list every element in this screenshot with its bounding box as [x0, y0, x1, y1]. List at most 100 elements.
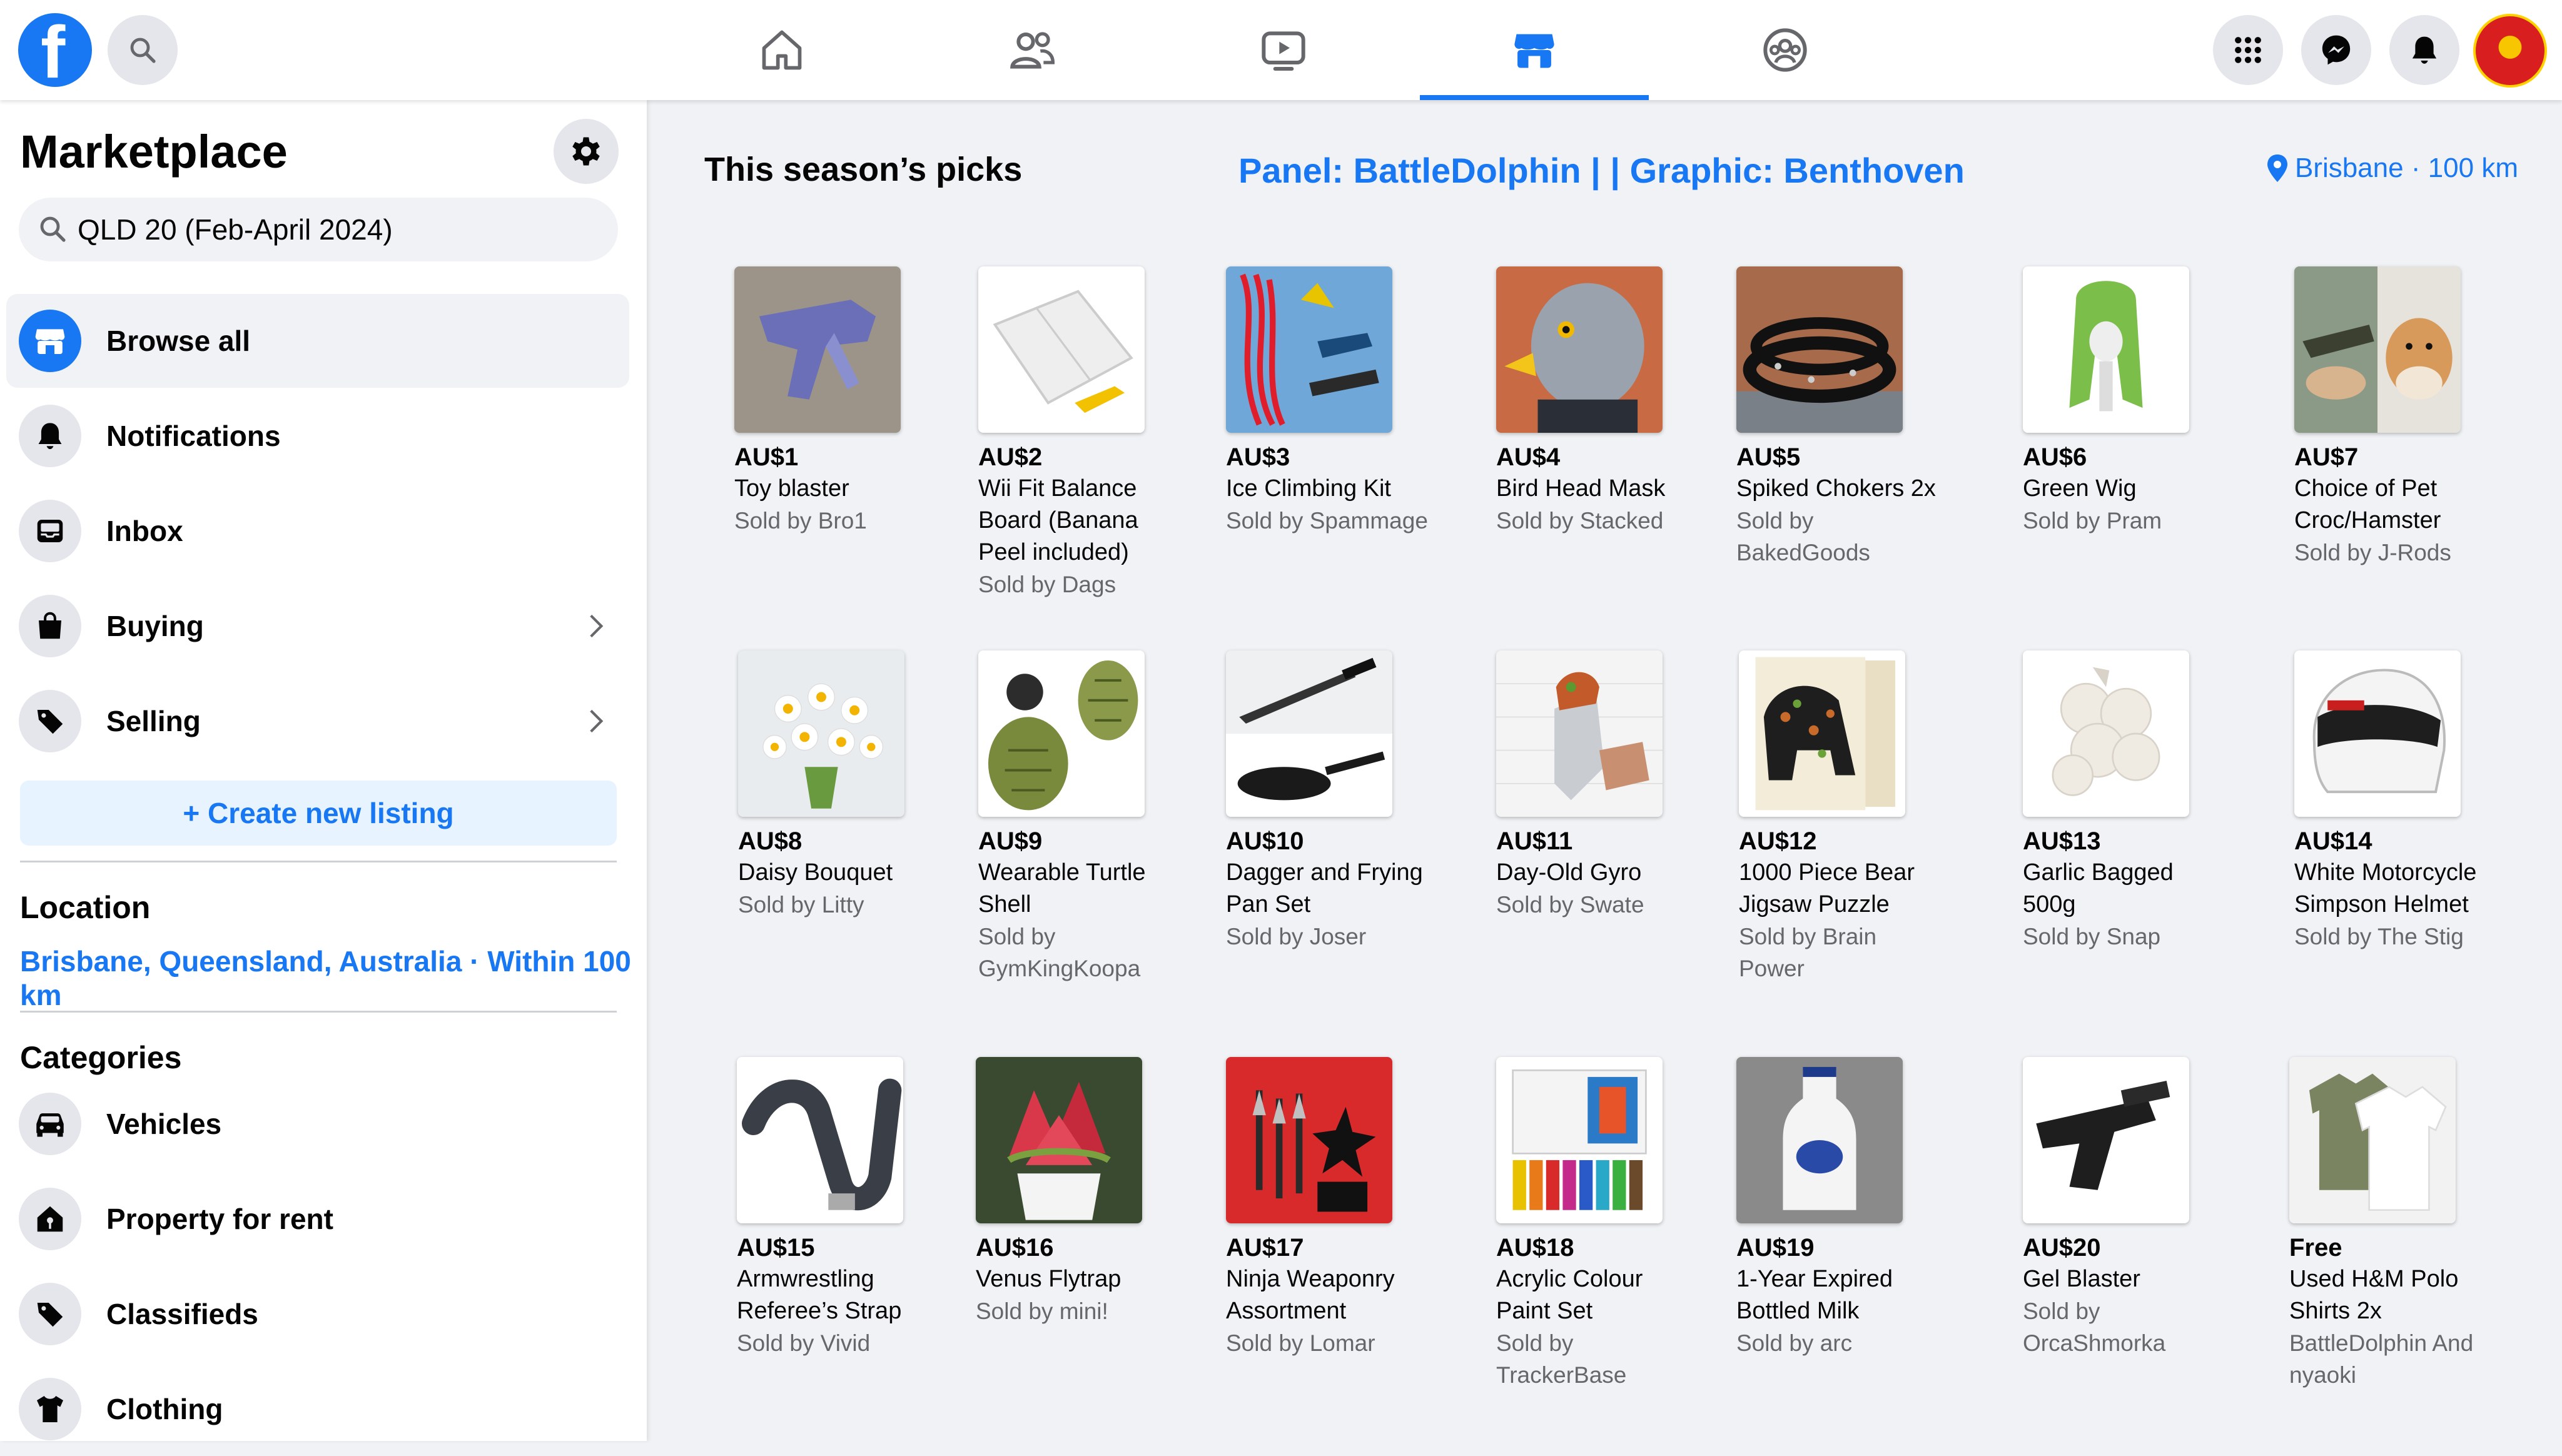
listing-title: Dagger and Frying Pan Set — [1226, 859, 1423, 918]
listing-seller: Sold by arc — [1736, 1330, 1853, 1356]
sidebar-item-inbox[interactable]: Inbox — [6, 484, 629, 578]
category-label: Vehicles — [106, 1108, 222, 1140]
sidebar-item-notifications[interactable]: Notifications — [6, 389, 629, 483]
sidebar-item-label: Selling — [106, 705, 201, 737]
nav-friends[interactable] — [1001, 19, 1063, 81]
listing-simpson-helmet[interactable]: AU$14 White Motorcycle Simpson Helmet So… — [2294, 650, 2501, 953]
listing-thumbnail — [1736, 266, 1903, 433]
listing-thumbnail — [1226, 650, 1392, 817]
listing-title: Gel Blaster — [2023, 1266, 2140, 1292]
listing-title: Wearable Turtle Shell — [978, 859, 1146, 918]
listing-polo-shirts[interactable]: Free Used H&M Polo Shirts 2x BattleDolph… — [2289, 1057, 2496, 1391]
listing-thumbnail — [1496, 650, 1663, 817]
listing-thumbnail — [1226, 1057, 1392, 1223]
listing-thumbnail — [2023, 266, 2189, 433]
strap-image — [737, 1057, 903, 1223]
sidebar-item-label: Browse all — [106, 325, 251, 357]
chevron-right-icon — [590, 709, 604, 733]
selling-icon-wrap — [19, 690, 81, 752]
listing-seller: Sold by Bro1 — [734, 508, 867, 533]
listing-thumbnail — [1739, 650, 1905, 817]
listing-spiked-chokers[interactable]: AU$5 Spiked Chokers 2x Sold by BakedGood… — [1736, 266, 1943, 569]
listing-acrylic-paint-set[interactable]: AU$18 Acrylic Colour Paint Set Sold by T… — [1496, 1057, 1703, 1391]
listing-thumbnail — [734, 266, 901, 433]
listing-wii-fit-board[interactable]: AU$2 Wii Fit Balance Board (Banana Peel … — [978, 266, 1185, 600]
listing-price: AU$18 — [1496, 1234, 1574, 1261]
croc-hamster-image — [2294, 266, 2461, 433]
sidebar-item-label: Notifications — [106, 420, 281, 452]
listing-title: Choice of Pet Croc/Hamster — [2294, 475, 2441, 533]
listing-dagger-pan-set[interactable]: AU$10 Dagger and Frying Pan Set Sold by … — [1226, 650, 1432, 953]
listing-venus-flytrap[interactable]: AU$16 Venus Flytrap Sold by mini! — [976, 1057, 1182, 1327]
listing-title: Bird Head Mask — [1496, 475, 1666, 502]
settings-button[interactable] — [554, 119, 619, 184]
listing-price: AU$8 — [738, 827, 803, 855]
listing-pet-croc-hamster[interactable]: AU$7 Choice of Pet Croc/Hamster Sold by … — [2294, 266, 2501, 569]
listing-price: AU$1 — [734, 443, 799, 471]
listing-ice-climbing-kit[interactable]: AU$3 Ice Climbing Kit Sold by Spammage — [1226, 266, 1432, 537]
listing-bear-jigsaw[interactable]: AU$12 1000 Piece Bear Jigsaw Puzzle Sold… — [1739, 650, 1945, 984]
location-link[interactable]: Brisbane, Queensland, Australia · Within… — [20, 944, 647, 1012]
listing-turtle-shell[interactable]: AU$9 Wearable Turtle Shell Sold by GymKi… — [978, 650, 1185, 984]
notifications-button[interactable] — [2389, 15, 2459, 85]
listing-price: AU$12 — [1739, 827, 1817, 855]
listing-thumbnail — [976, 1057, 1142, 1223]
search-value: QLD 20 (Feb-April 2024) — [78, 213, 393, 246]
listing-bird-head-mask[interactable]: AU$4 Bird Head Mask Sold by Stacked — [1496, 266, 1703, 537]
listing-seller: Sold by Vivid — [737, 1330, 871, 1356]
search-button[interactable] — [108, 15, 178, 85]
listing-price: AU$20 — [2023, 1234, 2101, 1261]
category-classifieds[interactable]: Classifieds — [6, 1267, 629, 1361]
listing-price: AU$19 — [1736, 1234, 1815, 1261]
listing-seller: Sold by Brain Power — [1739, 924, 1877, 981]
listing-garlic-bagged[interactable]: AU$13 Garlic Bagged 500g Sold by Snap — [2023, 650, 2229, 953]
menu-button[interactable] — [2213, 15, 2283, 85]
nav-groups[interactable] — [1754, 19, 1816, 81]
friends-icon — [1010, 32, 1055, 69]
listing-gel-blaster[interactable]: AU$20 Gel Blaster Sold by OrcaShmorka — [2023, 1057, 2229, 1359]
gyro-image — [1496, 650, 1663, 817]
category-clothing[interactable]: Clothing — [6, 1362, 629, 1456]
facebook-logo-icon[interactable]: f — [18, 13, 92, 89]
avatar[interactable] — [2473, 14, 2547, 88]
nav-marketplace[interactable] — [1503, 19, 1566, 81]
listing-thumbnail — [737, 1057, 903, 1223]
sidebar: Marketplace QLD 20 (Feb-April 2024) Brow… — [0, 100, 647, 1441]
classifieds-icon-wrap — [19, 1283, 81, 1345]
car-icon — [36, 1113, 64, 1137]
category-vehicles[interactable]: Vehicles — [6, 1077, 629, 1171]
listing-seller: Sold by Litty — [738, 892, 864, 918]
listing-thumbnail — [978, 650, 1145, 817]
marketplace-search-input[interactable]: QLD 20 (Feb-April 2024) — [19, 198, 618, 261]
listing-green-wig[interactable]: AU$6 Green Wig Sold by Pram — [2023, 266, 2229, 537]
listing-day-old-gyro[interactable]: AU$11 Day-Old Gyro Sold by Swate — [1496, 650, 1703, 921]
listing-price: AU$16 — [976, 1234, 1054, 1261]
category-property-for-rent[interactable]: Property for rent — [6, 1172, 629, 1266]
listing-expired-milk[interactable]: AU$19 1-Year Expired Bottled Milk Sold b… — [1736, 1057, 1943, 1359]
listing-title: Ice Climbing Kit — [1226, 475, 1391, 502]
sidebar-item-buying[interactable]: Buying — [6, 579, 629, 673]
category-label: Clothing — [106, 1393, 223, 1425]
listing-seller: Sold by BakedGoods — [1736, 508, 1870, 565]
property-icon-wrap — [19, 1188, 81, 1250]
create-new-listing-button[interactable]: + Create new listing — [20, 781, 617, 846]
sidebar-item-selling[interactable]: Selling — [6, 674, 629, 768]
nav-watch[interactable] — [1252, 19, 1315, 81]
price-tag-icon — [37, 1303, 63, 1327]
sidebar-item-browse-all[interactable]: Browse all — [6, 294, 629, 388]
listing-armwrestling-strap[interactable]: AU$15 Armwrestling Referee’s Strap Sold … — [737, 1057, 943, 1359]
gel-blaster-image — [2023, 1057, 2189, 1223]
location-filter-chip[interactable]: Brisbane · 100 km — [2265, 153, 2518, 184]
listing-toy-blaster[interactable]: AU$1 Toy blaster Sold by Bro1 — [734, 266, 941, 537]
listing-title: Green Wig — [2023, 475, 2137, 502]
listing-seller: Sold by mini! — [976, 1298, 1108, 1324]
watch-icon — [1262, 31, 1305, 71]
listing-daisy-bouquet[interactable]: AU$8 Daisy Bouquet Sold by Litty — [738, 650, 944, 921]
milk-bottle-image — [1736, 1057, 1903, 1223]
listing-ninja-weaponry[interactable]: AU$17 Ninja Weaponry Assortment Sold by … — [1226, 1057, 1432, 1359]
helmet-image — [2294, 650, 2461, 817]
listing-seller: Sold by Spammage — [1226, 508, 1428, 533]
listing-thumbnail — [2023, 1057, 2189, 1223]
messenger-button[interactable] — [2301, 15, 2371, 85]
nav-home[interactable] — [751, 19, 813, 81]
